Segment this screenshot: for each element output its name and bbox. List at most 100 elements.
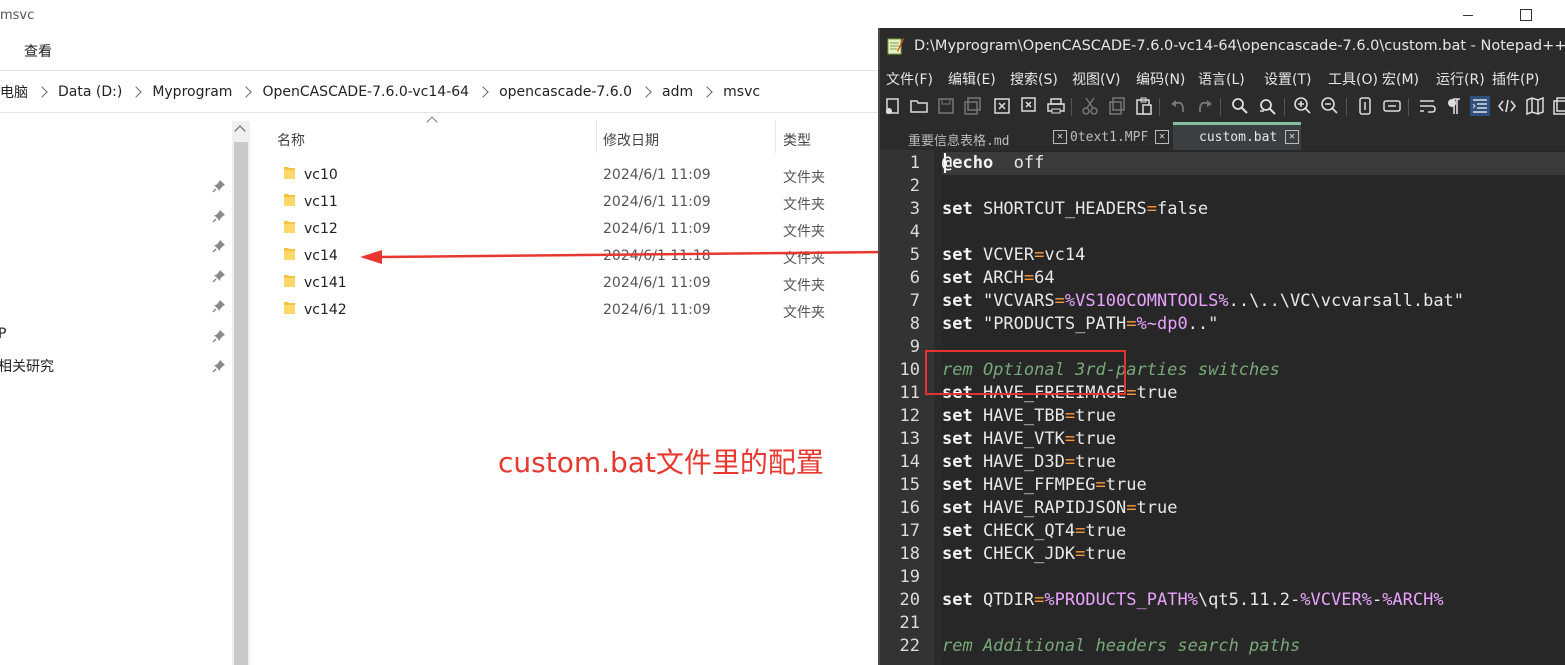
maximize-icon[interactable]: [1520, 9, 1532, 21]
code-line: set ARCH=64: [942, 268, 1055, 288]
pin-icon[interactable]: [212, 268, 226, 283]
find-icon[interactable]: [1230, 96, 1250, 116]
paste-icon[interactable]: [1134, 96, 1154, 116]
tab-label: 0text1.MPF: [1070, 130, 1149, 145]
column-type[interactable]: 类型: [783, 130, 811, 150]
zoom-in-icon[interactable]: [1293, 96, 1313, 116]
close-icon[interactable]: ✕: [1155, 130, 1169, 144]
code-token: =: [1075, 544, 1086, 564]
breadcrumb-item[interactable]: msvc: [723, 84, 760, 100]
xml-tag-icon[interactable]: [1497, 96, 1517, 116]
file-type: 文件夹: [783, 224, 825, 240]
nav-item-label[interactable]: P: [0, 326, 6, 342]
line-number: 14: [899, 452, 920, 472]
tab-important-info[interactable]: 重要信息表格.md ✕: [908, 125, 1067, 149]
menu-item[interactable]: 文件(F): [886, 69, 933, 89]
breadcrumb-item[interactable]: Myprogram: [152, 84, 232, 100]
menu-item[interactable]: 插件(P): [1492, 69, 1539, 89]
file-type: 文件夹: [783, 305, 825, 321]
doc-list-icon[interactable]: [1551, 96, 1565, 116]
column-divider[interactable]: [596, 121, 597, 153]
save-all-icon[interactable]: [963, 96, 983, 116]
new-file-icon[interactable]: [883, 96, 903, 116]
close-file-icon[interactable]: [992, 96, 1012, 116]
folder-icon: [283, 219, 296, 234]
menu-item[interactable]: 搜索(S): [1010, 69, 1058, 89]
file-row[interactable]: vc142 2024/6/1 11:09 文件夹: [255, 296, 878, 323]
word-wrap-icon[interactable]: [1417, 96, 1437, 116]
file-name: vc141: [304, 275, 347, 291]
breadcrumb-item[interactable]: OpenCASCADE-7.6.0-vc14-64: [262, 84, 469, 100]
sync-horizontal-icon[interactable]: [1382, 96, 1402, 116]
replace-icon[interactable]: [1257, 96, 1277, 116]
undo-icon[interactable]: [1168, 96, 1188, 116]
folder-icon: [283, 192, 296, 207]
file-row[interactable]: vc141 2024/6/1 11:09 文件夹: [255, 269, 878, 296]
copy-icon[interactable]: [1107, 96, 1127, 116]
menu-item[interactable]: 运行(R): [1436, 69, 1485, 89]
open-folder-icon[interactable]: [909, 96, 929, 116]
menu-item[interactable]: 语言(L): [1198, 69, 1245, 89]
nav-scrollbar-thumb[interactable]: [234, 142, 248, 665]
code-token: true: [1136, 498, 1178, 518]
column-header: 名称 修改日期 类型: [255, 121, 878, 153]
pin-icon[interactable]: [212, 238, 226, 253]
code-token: rem Additional headers search paths: [942, 636, 1301, 656]
pin-icon[interactable]: [212, 328, 226, 343]
pin-icon[interactable]: [212, 298, 226, 313]
menu-item[interactable]: 宏(M): [1382, 69, 1419, 89]
close-icon[interactable]: ✕: [1285, 130, 1299, 144]
menu-item[interactable]: 编码(N): [1136, 69, 1185, 89]
fold-margin[interactable]: [934, 150, 942, 665]
breadcrumb-item[interactable]: 此电脑: [0, 82, 28, 102]
menu-item[interactable]: 视图(V): [1072, 69, 1121, 89]
indent-guide-icon[interactable]: [1470, 96, 1490, 116]
breadcrumb[interactable]: 此电脑 Data (D:) Myprogram OpenCASCADE-7.6.0-v…: [0, 73, 878, 111]
print-icon[interactable]: [1046, 96, 1066, 116]
file-row[interactable]: vc10 2024/6/1 11:09 文件夹: [255, 161, 878, 188]
sync-vertical-icon[interactable]: [1355, 96, 1375, 116]
code-token: =: [1064, 452, 1076, 472]
chevron-right-icon: [240, 86, 253, 98]
pin-icon[interactable]: [212, 178, 226, 193]
tab-0text1[interactable]: 0text1.MPF ✕: [1070, 125, 1190, 149]
column-divider[interactable]: [775, 121, 776, 153]
pin-icon[interactable]: [212, 208, 226, 223]
code-line: set CHECK_QT4=true: [942, 521, 1126, 541]
breadcrumb-item[interactable]: adm: [662, 84, 693, 100]
minimize-icon[interactable]: [1461, 4, 1475, 18]
code-token: =: [1126, 314, 1137, 334]
line-number: 4: [909, 222, 920, 242]
nav-item-label[interactable]: 相关研究: [0, 356, 54, 376]
file-name: vc12: [304, 221, 338, 237]
tab-custom-bat[interactable]: custom.bat ✕: [1173, 122, 1301, 152]
line-number: 9: [909, 337, 920, 357]
pin-icon[interactable]: [212, 358, 226, 373]
save-icon[interactable]: [936, 96, 956, 116]
zoom-out-icon[interactable]: [1320, 96, 1340, 116]
breadcrumb-item[interactable]: Data (D:): [58, 84, 122, 100]
ribbon-tab-view[interactable]: 查看: [24, 41, 52, 61]
close-all-icon[interactable]: [1018, 96, 1038, 116]
redo-icon[interactable]: [1195, 96, 1215, 116]
menu-item[interactable]: 设置(T): [1264, 69, 1311, 89]
code-token: set: [942, 429, 973, 449]
editor[interactable]: 1 2 3 4 5 6 7 8 9 10 11 12 13 14 15 16 17 18 19 20 21 22 @ech…: [880, 150, 1565, 665]
column-name[interactable]: 名称: [277, 130, 305, 150]
breadcrumb-item[interactable]: opencascade-7.6.0: [499, 84, 632, 100]
chevron-right-icon: [701, 86, 713, 98]
menu-item[interactable]: 工具(O): [1328, 69, 1378, 89]
code-token: set: [942, 590, 973, 610]
file-row[interactable]: vc12 2024/6/1 11:09 文件夹: [255, 215, 878, 242]
file-row[interactable]: vc11 2024/6/1 11:09 文件夹: [255, 188, 878, 215]
cut-icon[interactable]: [1080, 96, 1100, 116]
column-date[interactable]: 修改日期: [603, 130, 659, 150]
close-icon[interactable]: ✕: [1053, 130, 1067, 144]
code-token: QTDIR: [972, 590, 1035, 610]
document-map-icon[interactable]: [1525, 96, 1545, 116]
code-token: =: [1126, 498, 1137, 518]
code-token: true: [1075, 452, 1117, 472]
code-text-area[interactable]: @echo off set SHORTCUT_HEADERS=false set V…: [942, 150, 1565, 665]
show-all-chars-icon[interactable]: [1444, 96, 1464, 116]
menu-item[interactable]: 编辑(E): [948, 69, 996, 89]
